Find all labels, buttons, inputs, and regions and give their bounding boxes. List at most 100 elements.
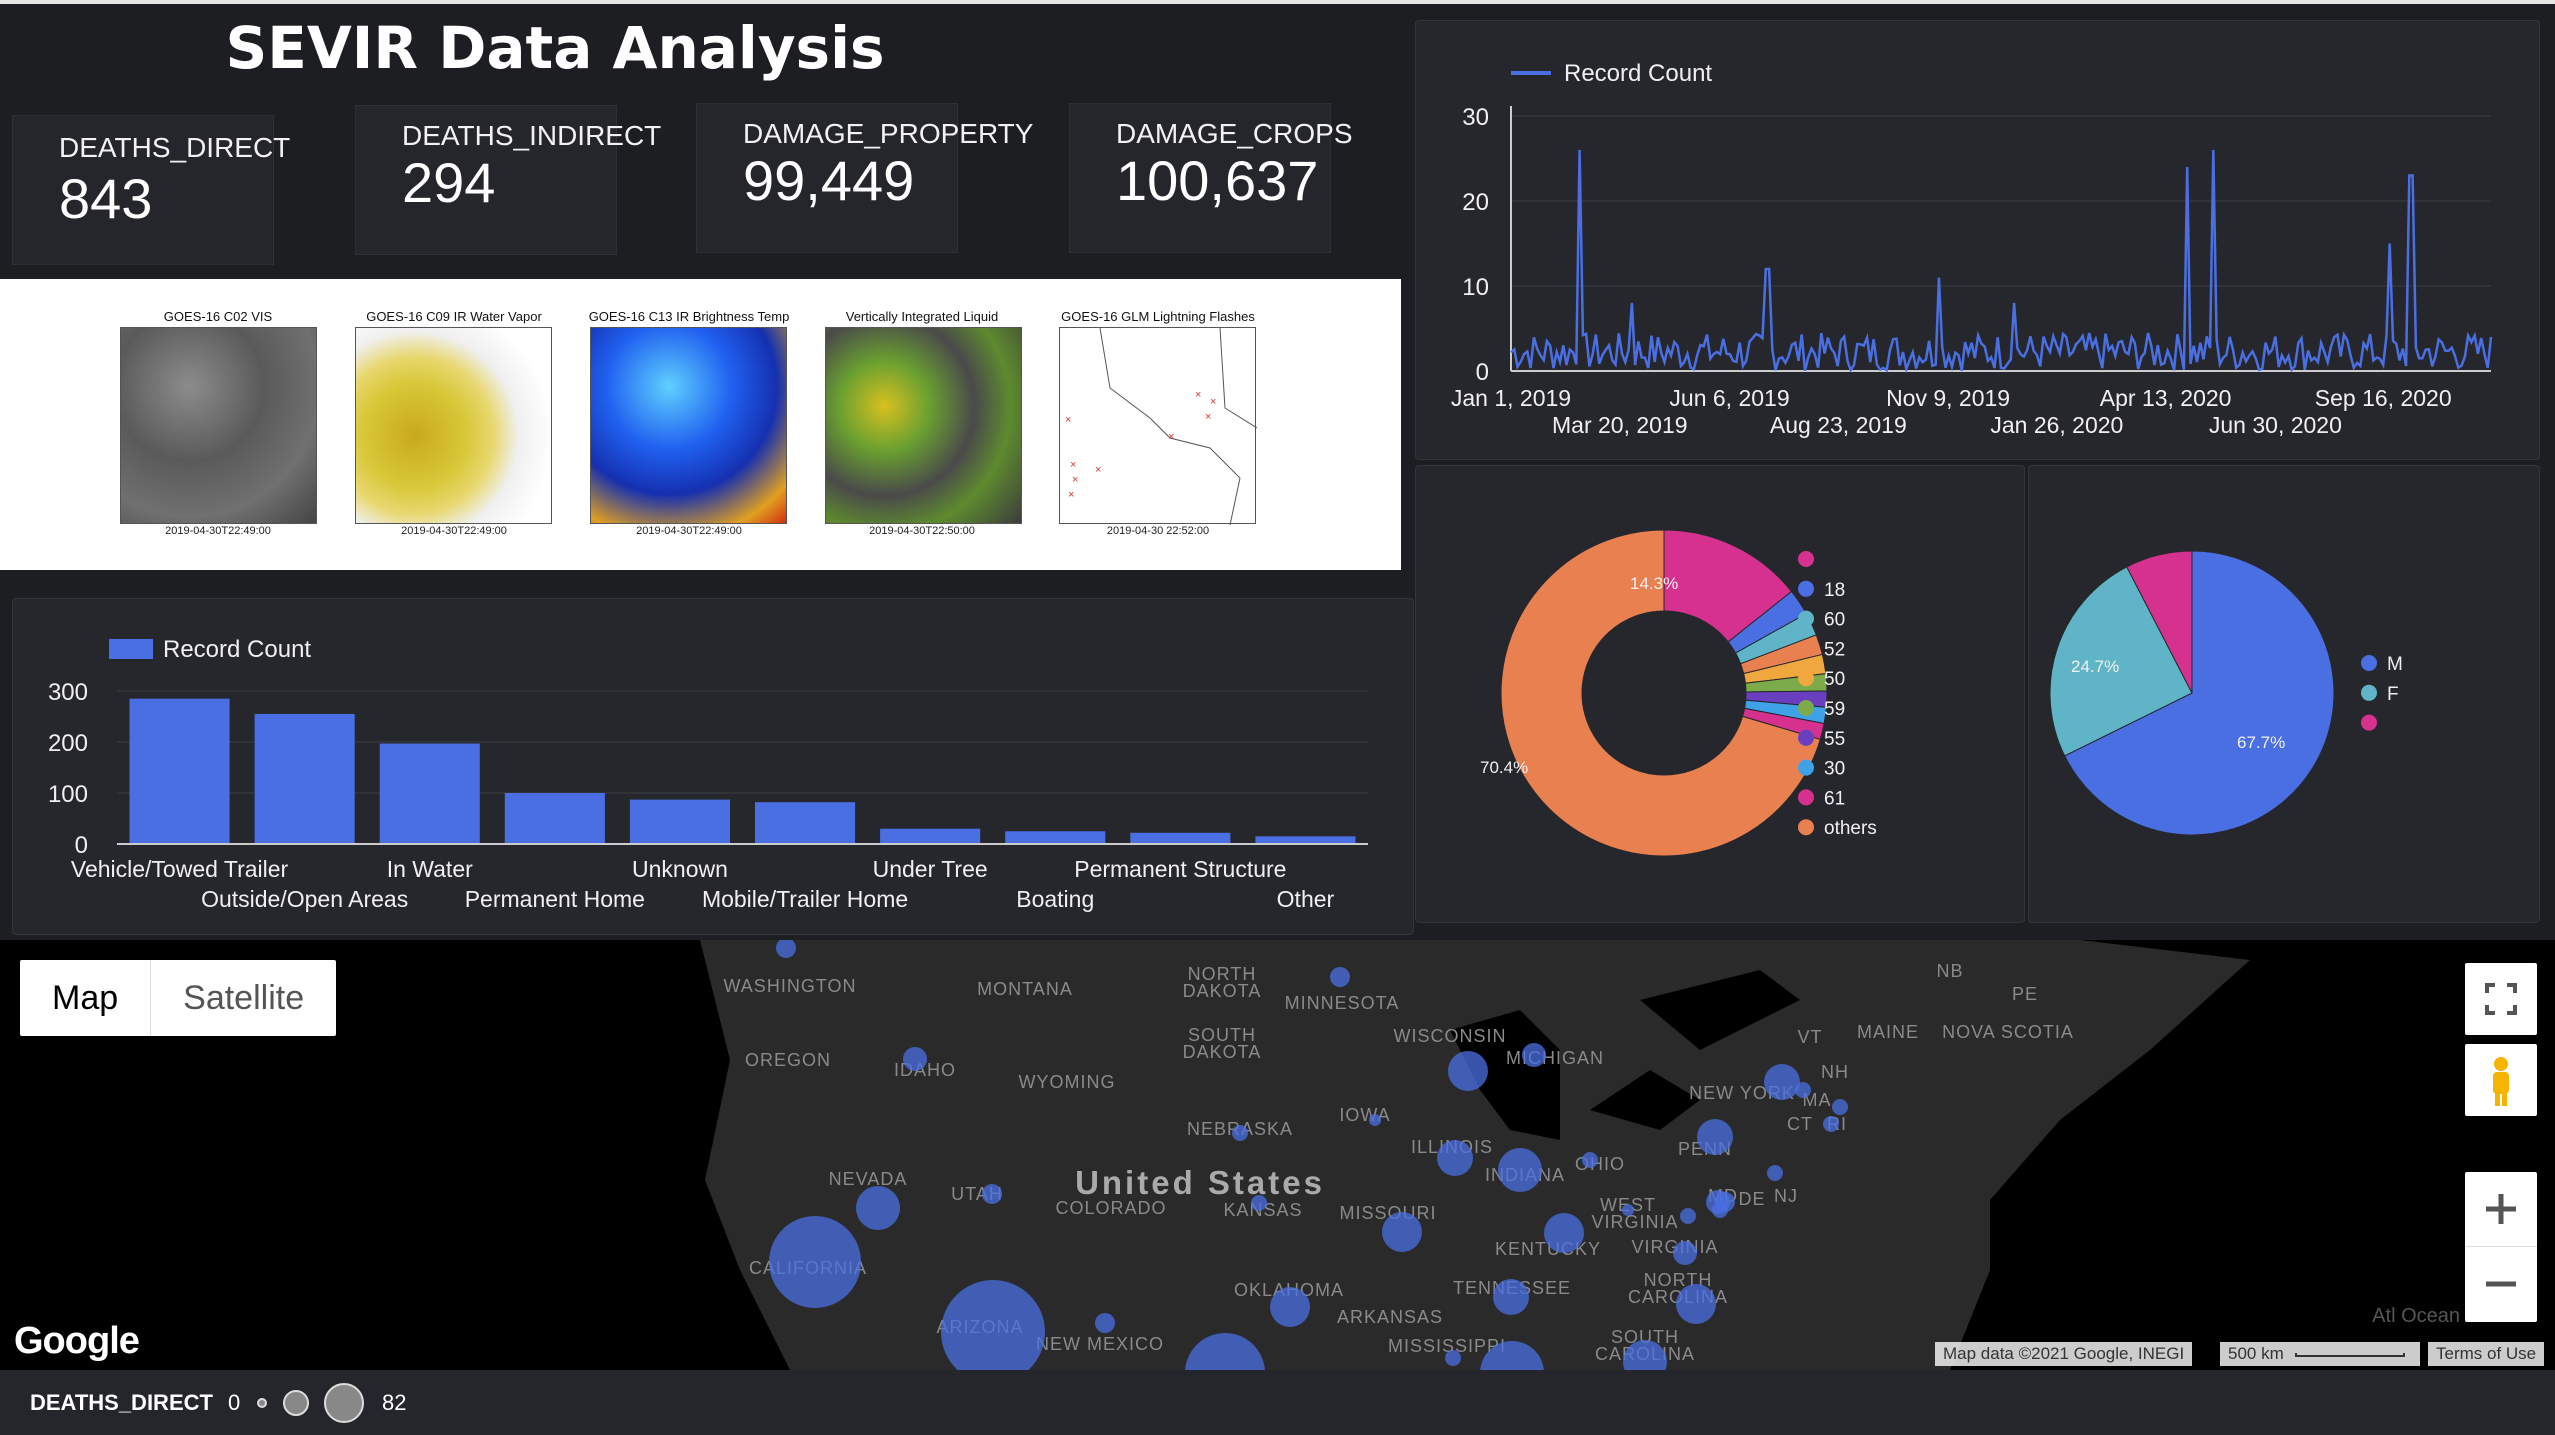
x-tick-label: Unknown — [632, 856, 728, 882]
legend-label: 55 — [1824, 729, 1845, 750]
state-label: MINNESOTA — [1285, 993, 1400, 1013]
svg-text:×: × — [1095, 464, 1101, 476]
image-title: GOES-16 GLM Lightning Flashes — [1061, 309, 1255, 324]
kpi-deaths-indirect: DEATHS_INDIRECT 294 — [355, 105, 661, 255]
state-label: OREGON — [745, 1050, 831, 1070]
bar — [755, 802, 856, 844]
x-tick-label: Other — [1277, 886, 1335, 912]
donut-chart-card: 14.3% 70.4% 18 60 52 50 59 55 30 61 others — [1415, 465, 2025, 923]
map-bubble — [1706, 1190, 1730, 1214]
zoom-in-button[interactable] — [2465, 1172, 2537, 1247]
x-tick-label: Jun 30, 2020 — [2209, 412, 2342, 438]
map-bubble — [1764, 1064, 1800, 1100]
state-label: MICHIGAN — [1506, 1048, 1604, 1068]
image-time: 2019-04-30T22:49:00 — [636, 525, 742, 537]
legend-label: 59 — [1824, 699, 1845, 720]
y-tick-label: 300 — [48, 679, 88, 706]
bar — [1130, 832, 1231, 844]
size-legend-bar: DEATHS_DIRECT 0 82 — [0, 1370, 2555, 1435]
svg-text:×: × — [1065, 414, 1071, 426]
map-bubble — [1832, 1099, 1848, 1115]
kpi-damage-crops: DAMAGE_CROPS 100,637 — [1069, 103, 1353, 253]
state-label: WYOMING — [1019, 1072, 1116, 1092]
fullscreen-button[interactable] — [2465, 963, 2537, 1035]
legend-swatch — [2361, 655, 2377, 671]
y-tick-label: 100 — [48, 781, 88, 808]
x-tick-label: Mobile/Trailer Home — [702, 886, 908, 912]
map-bubble — [1437, 1140, 1473, 1176]
vil-image — [825, 327, 1022, 524]
map-bubble — [1095, 1313, 1115, 1333]
map-bubble — [769, 1216, 861, 1308]
kpi-value: 843 — [59, 167, 153, 230]
map-button[interactable]: Map — [20, 960, 150, 1036]
map-scale[interactable]: 500 km — [2220, 1342, 2420, 1366]
map-bubble — [1622, 1204, 1634, 1216]
kpi-value: 100,637 — [1116, 149, 1319, 212]
state-label: OHIO — [1575, 1154, 1625, 1174]
legend-label: 60 — [1824, 610, 1845, 631]
x-tick-label: Permanent Structure — [1074, 856, 1286, 882]
country-label: United States — [1075, 1164, 1325, 1201]
bar — [129, 698, 230, 844]
size-legend-max: 82 — [382, 1390, 407, 1415]
legend-swatch — [1798, 819, 1814, 836]
image-title: GOES-16 C02 VIS — [163, 309, 273, 324]
legend-label: M — [2387, 654, 2403, 675]
state-label: MONTANA — [977, 979, 1073, 999]
map-bubble — [1445, 1350, 1461, 1366]
state-label: IOWA — [1339, 1105, 1390, 1125]
lightning-image: × × × × × × × × × — [1059, 327, 1258, 526]
map-view[interactable]: WASHINGTON MONTANA NORTH DAKOTA MINNESOTA ORE… — [0, 940, 2555, 1370]
map-bubble — [1522, 1043, 1546, 1067]
record-count-bar-chart: 0 100 200 300 Vehicle/Towed Trailer Outside/O… — [48, 636, 1368, 912]
map-bubble — [1382, 1212, 1422, 1252]
kpi-deaths-direct: DEATHS_DIRECT 843 — [12, 115, 290, 265]
slice-percent-label: 24.7% — [2071, 657, 2119, 676]
map-bubble — [856, 1186, 900, 1230]
map-bubble — [1582, 1152, 1598, 1168]
legend-label: 30 — [1824, 759, 1845, 780]
svg-text:×: × — [1068, 489, 1074, 501]
legend-swatch — [2361, 684, 2377, 701]
legend-swatch — [1798, 670, 1814, 687]
map-bubble — [1330, 967, 1350, 987]
zoom-control[interactable] — [2465, 1172, 2537, 1322]
satellite-button[interactable]: Satellite — [150, 960, 336, 1036]
street-view-button[interactable] — [2465, 1044, 2537, 1116]
svg-text:×: × — [1195, 389, 1201, 401]
x-tick-label: Permanent Home — [465, 886, 645, 912]
x-tick-label: Vehicle/Towed Trailer — [71, 856, 289, 882]
map-bubble — [1795, 1082, 1811, 1098]
record-count-line — [1510, 149, 2493, 374]
legend-swatch — [1798, 700, 1814, 716]
map-attribution[interactable]: Map data ©2021 Google, INEGI — [1935, 1342, 2193, 1366]
image-title: GOES-16 C09 IR Water Vapor — [366, 309, 542, 324]
ocean-label: Atl Ocean — [2372, 1305, 2460, 1327]
x-tick-label: In Water — [387, 856, 473, 882]
image-time: 2019-04-30 22:52:00 — [1106, 525, 1210, 537]
map-type-toggle[interactable]: Map Satellite — [20, 960, 337, 1036]
gender-pie-chart: 67.7% 24.7% MF — [2049, 550, 2403, 836]
kpi-label: DEATHS_DIRECT — [59, 132, 291, 163]
map-bubble — [1270, 1287, 1310, 1327]
map-bubble — [1493, 1279, 1529, 1315]
legend-label: 18 — [1824, 580, 1845, 601]
image-title: GOES-16 C13 IR Brightness Temp — [588, 309, 790, 324]
line-chart-card: 0 10 20 30 Jan 1, 2019 Jun 6, 2019 Nov 9, 2019… — [1415, 20, 2540, 460]
bar — [880, 828, 981, 844]
map-canvas[interactable]: WASHINGTON MONTANANORTHDAKOTAMINNESOTAORE… — [0, 940, 2555, 1370]
state-label: DE — [1738, 1189, 1765, 1209]
terms-of-use-link[interactable]: Terms of Use — [2428, 1342, 2545, 1366]
map-bubble — [1697, 1119, 1733, 1155]
fullscreen-icon — [2485, 983, 2517, 1015]
zoom-out-button[interactable] — [2465, 1247, 2537, 1321]
state-label: ARKANSAS — [1337, 1307, 1443, 1327]
state-label: NH — [1821, 1062, 1849, 1082]
map-bubble — [903, 1047, 927, 1071]
map-bubble — [1369, 1114, 1381, 1126]
legend-label: Record Count — [1564, 60, 1712, 87]
x-tick-label: Nov 9, 2019 — [1886, 385, 2010, 411]
map-bubble — [1823, 1116, 1839, 1132]
state-label: NOVA SCOTIA — [1942, 1022, 2074, 1042]
